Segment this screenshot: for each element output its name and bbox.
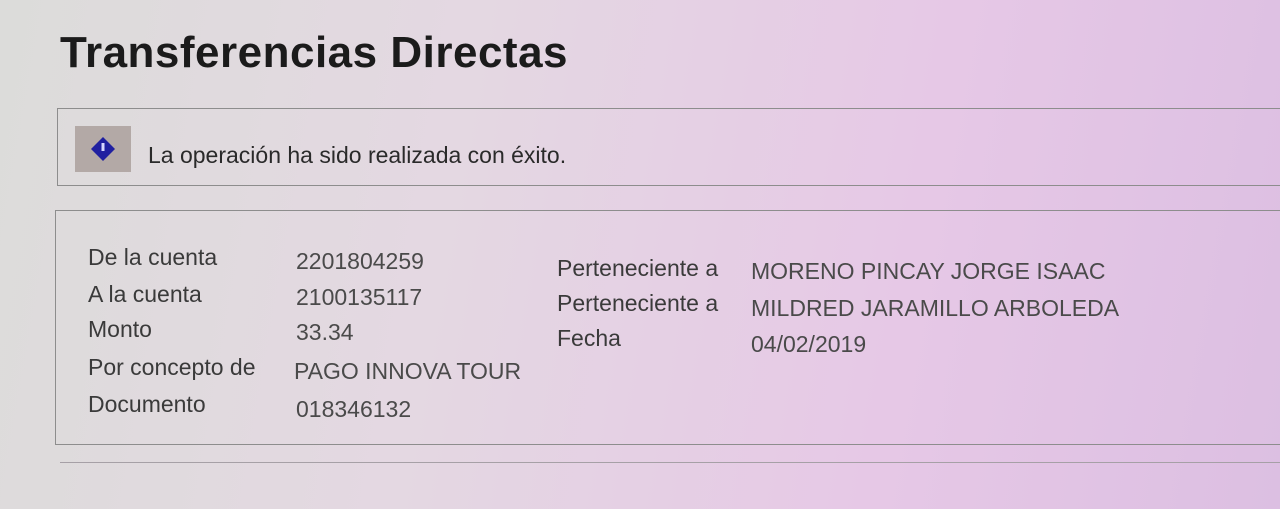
to-account-label: A la cuenta <box>88 281 202 307</box>
transfer-details: De la cuenta 2201804259 A la cuenta 2100… <box>55 210 1280 445</box>
success-message: La operación ha sido realizada con éxito… <box>148 142 567 168</box>
success-message-box: La operación ha sido realizada con éxito… <box>57 108 1280 186</box>
from-account-value: 2201804259 <box>296 248 424 274</box>
concept-value: PAGO INNOVA TOUR <box>294 358 522 384</box>
amount-value: 33.34 <box>296 319 354 345</box>
to-owner-label: Perteneciente a <box>557 290 719 316</box>
date-value: 04/02/2019 <box>751 331 867 357</box>
amount-label: Monto <box>88 316 152 342</box>
date-label: Fecha <box>557 325 621 351</box>
concept-label: Por concepto de <box>88 354 256 380</box>
info-icon <box>75 126 131 172</box>
document-label: Documento <box>88 391 206 417</box>
from-owner-label: Perteneciente a <box>557 255 719 281</box>
from-owner-value: MORENO PINCAY JORGE ISAAC <box>751 258 1106 284</box>
from-account-label: De la cuenta <box>88 244 218 270</box>
document-value: 018346132 <box>296 396 412 422</box>
divider <box>60 462 1280 463</box>
to-account-value: 2100135117 <box>296 284 423 310</box>
page-title: Transferencias Directas <box>60 28 569 77</box>
to-owner-value: MILDRED JARAMILLO ARBOLEDA <box>751 295 1120 321</box>
